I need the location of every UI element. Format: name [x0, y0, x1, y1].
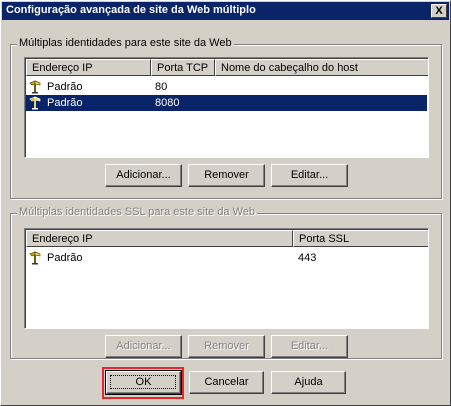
cancel-label: Cancelar: [204, 376, 249, 388]
column-header-tcp-port[interactable]: Porta TCP: [151, 59, 215, 76]
column-header-ssl-port[interactable]: Porta SSL: [293, 230, 428, 247]
http-row-1[interactable]: Padrão 80: [26, 79, 427, 95]
web-site-icon: [29, 251, 45, 265]
column-header-ssl-ip-address[interactable]: Endereço IP: [26, 230, 293, 247]
web-site-icon: [29, 96, 45, 110]
column-header-host-header[interactable]: Nome do cabeçalho do host: [215, 59, 428, 76]
title-bar[interactable]: Configuração avançada de site da Web múl…: [2, 2, 449, 20]
add-http-identity-label: Adicionar...: [116, 169, 171, 181]
column-header-ip-address[interactable]: Endereço IP: [26, 59, 151, 76]
edit-ssl-identity-button[interactable]: Editar...: [271, 335, 348, 358]
add-http-identity-button[interactable]: Adicionar...: [105, 164, 182, 187]
remove-ssl-identity-button[interactable]: Remover: [188, 335, 265, 358]
add-ssl-identity-button[interactable]: Adicionar...: [105, 335, 182, 358]
ok-button[interactable]: OK: [105, 370, 182, 395]
help-button[interactable]: Ajuda: [271, 371, 346, 394]
ssl-list-header: Endereço IP Porta SSL: [26, 230, 428, 247]
ssl-identities-label: Múltiplas identidades SSL para este site…: [17, 206, 258, 218]
ssl-identities-list[interactable]: Endereço IP Porta SSL Padrão 443: [24, 228, 429, 329]
close-button[interactable]: X: [431, 4, 447, 18]
http-row-2[interactable]: Padrão 8080: [26, 95, 427, 111]
http-row-1-port: 80: [155, 81, 168, 93]
ssl-row-1-port: 443: [298, 252, 317, 264]
web-site-icon: [29, 80, 45, 94]
window-title: Configuração avançada de site da Web múl…: [6, 4, 256, 16]
http-row-1-ip: Padrão: [47, 81, 83, 93]
http-row-2-ip: Padrão: [47, 97, 83, 109]
dialog-window: Configuração avançada de site da Web múl…: [0, 0, 451, 406]
add-ssl-identity-label: Adicionar...: [116, 340, 171, 352]
remove-http-identity-button[interactable]: Remover: [188, 164, 265, 187]
cancel-button[interactable]: Cancelar: [189, 371, 264, 394]
close-icon: X: [435, 5, 443, 17]
http-identities-list[interactable]: Endereço IP Porta TCP Nome do cabeçalho …: [24, 57, 429, 158]
edit-http-identity-label: Editar...: [290, 169, 329, 181]
edit-ssl-identity-label: Editar...: [290, 340, 329, 352]
remove-ssl-identity-label: Remover: [204, 340, 249, 352]
http-list-header: Endereço IP Porta TCP Nome do cabeçalho …: [26, 59, 428, 76]
http-identities-label: Múltiplas identidades para este site da …: [17, 37, 234, 49]
remove-http-identity-label: Remover: [204, 169, 249, 181]
http-row-2-port: 8080: [155, 97, 180, 109]
edit-http-identity-button[interactable]: Editar...: [271, 164, 348, 187]
ssl-row-1[interactable]: Padrão 443: [26, 250, 427, 266]
focus-rectangle: [110, 375, 176, 389]
help-label: Ajuda: [294, 376, 323, 388]
ssl-row-1-ip: Padrão: [47, 252, 83, 264]
